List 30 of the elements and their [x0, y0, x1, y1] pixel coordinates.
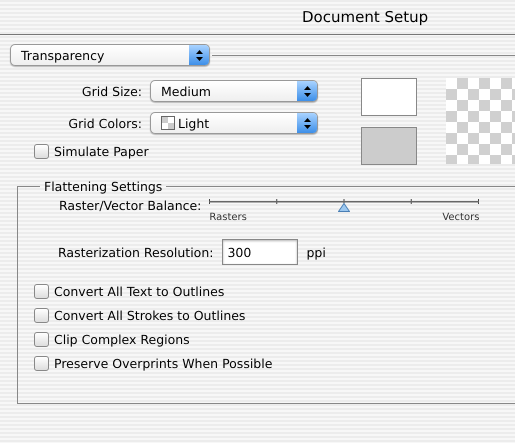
checkbox-label: Convert All Strokes to Outlines — [54, 308, 246, 323]
color-swatch[interactable] — [360, 78, 417, 116]
resolution-input[interactable]: 300 — [222, 239, 298, 265]
panel-popup[interactable]: Transparency — [10, 44, 210, 66]
color-swatch[interactable] — [360, 127, 417, 165]
checkbox-label: Preserve Overprints When Possible — [54, 356, 272, 371]
checkbox[interactable] — [34, 284, 49, 299]
checkbox-label: Convert All Text to Outlines — [54, 284, 224, 299]
up-down-arrows-icon — [304, 118, 310, 128]
field-label: Grid Size: — [80, 84, 142, 98]
checkbox[interactable] — [34, 356, 49, 371]
up-down-arrows-icon — [196, 50, 202, 60]
field-label: Rasterization Resolution: — [58, 244, 214, 260]
unit-label: ppi — [306, 244, 326, 260]
group-title: Flattening Settings — [43, 179, 164, 194]
grid-size-popup[interactable]: Medium — [150, 80, 318, 102]
checkbox-label: Clip Complex Regions — [54, 332, 190, 347]
slider-min-label: Rasters — [209, 212, 247, 223]
checkbox-label: Simulate Paper — [54, 144, 149, 159]
slider-max-label: Vectors — [442, 212, 480, 223]
checkbox[interactable] — [34, 144, 49, 159]
checker-swatch-icon — [161, 116, 175, 130]
slider-thumb[interactable] — [338, 203, 350, 212]
up-down-arrows-icon — [304, 86, 310, 96]
grid-colors-popup[interactable]: Light — [150, 112, 318, 134]
field-label: Raster/Vector Balance: — [59, 198, 202, 215]
checkbox[interactable] — [34, 308, 49, 323]
field-label: Grid Colors: — [67, 116, 142, 130]
window-title: Document Setup — [302, 8, 428, 26]
checkbox[interactable] — [34, 332, 49, 347]
